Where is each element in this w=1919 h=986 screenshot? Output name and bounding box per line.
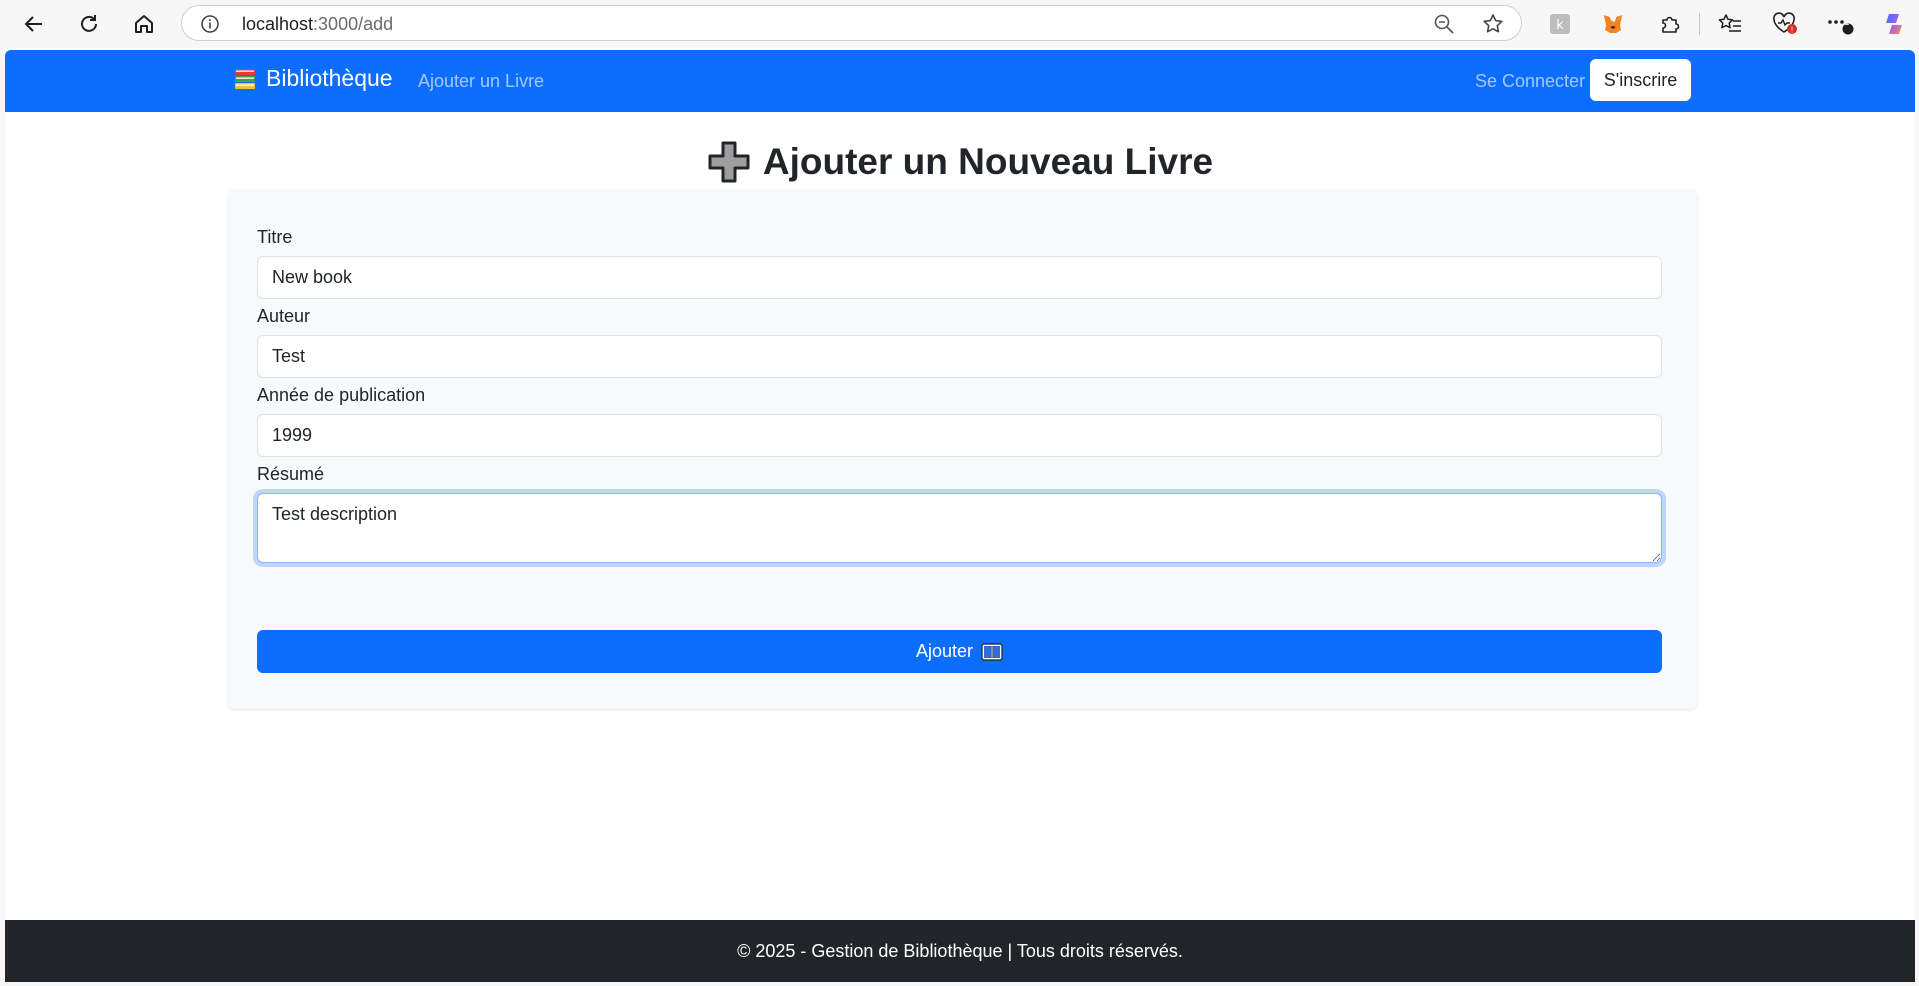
window-border-right <box>1915 48 1919 986</box>
metamask-fox-icon[interactable] <box>1599 10 1627 38</box>
toolbar-separator <box>1699 13 1700 35</box>
url-host: localhost <box>242 14 314 34</box>
open-book-icon <box>981 642 1003 661</box>
signup-button[interactable]: S'inscrire <box>1590 59 1691 101</box>
site-info-icon[interactable] <box>200 14 220 34</box>
navbar: Bibliothèque Ajouter un Livre Se Connect… <box>5 50 1915 112</box>
zoom-out-icon[interactable] <box>1433 13 1455 35</box>
page-viewport: Bibliothèque Ajouter un Livre Se Connect… <box>5 48 1915 982</box>
year-label: Année de publication <box>257 385 426 405</box>
favorites-list-icon[interactable] <box>1716 10 1744 38</box>
extensions-puzzle-icon[interactable] <box>1656 10 1684 38</box>
address-bar[interactable]: localhost:3000/add <box>181 5 1522 41</box>
navbar-brand[interactable]: Bibliothèque <box>233 65 393 92</box>
title-input[interactable] <box>257 256 1662 299</box>
summary-label: Résumé <box>257 464 325 484</box>
browser-toolbar: localhost:3000/add k ! 1 <box>0 0 1919 48</box>
url-text[interactable]: localhost:3000/add <box>242 14 393 35</box>
footer-text: © 2025 - Gestion de Bibliothèque | Tous … <box>737 940 1183 961</box>
author-input[interactable] <box>257 335 1662 378</box>
add-book-submit-button[interactable]: Ajouter <box>257 630 1662 673</box>
refresh-icon[interactable] <box>71 6 107 42</box>
copilot-icon[interactable] <box>1880 10 1908 38</box>
books-icon <box>235 68 255 89</box>
browser-health-icon[interactable]: ! <box>1771 10 1799 38</box>
heavy-plus-icon <box>708 141 750 183</box>
nav-link-add-book[interactable]: Ajouter un Livre <box>418 71 544 92</box>
author-label: Auteur <box>257 306 311 326</box>
window-border-bottom <box>0 982 1919 986</box>
page-title: Ajouter un Nouveau Livre <box>5 140 1915 184</box>
add-book-form: Titre Auteur Année de publication Résumé… <box>228 190 1697 709</box>
more-icon[interactable]: 1 <box>1826 10 1854 38</box>
year-input[interactable] <box>257 414 1662 457</box>
back-icon[interactable] <box>16 6 52 42</box>
home-icon[interactable] <box>126 6 162 42</box>
title-label: Titre <box>257 227 293 247</box>
url-path: :3000/add <box>313 14 394 34</box>
extension-k-icon[interactable]: k <box>1546 10 1574 38</box>
page-title-text: Ajouter un Nouveau Livre <box>762 141 1214 182</box>
brand-label: Bibliothèque <box>266 65 393 91</box>
nav-link-login[interactable]: Se Connecter <box>1475 71 1585 92</box>
svg-text:!: ! <box>1790 26 1793 35</box>
favorite-star-icon[interactable] <box>1481 12 1505 36</box>
footer: © 2025 - Gestion de Bibliothèque | Tous … <box>5 920 1915 982</box>
submit-label: Ajouter <box>915 641 974 661</box>
more-badge: 1 <box>1844 18 1850 28</box>
svg-text:k: k <box>1556 18 1564 33</box>
summary-textarea[interactable]: Test description <box>257 493 1662 563</box>
